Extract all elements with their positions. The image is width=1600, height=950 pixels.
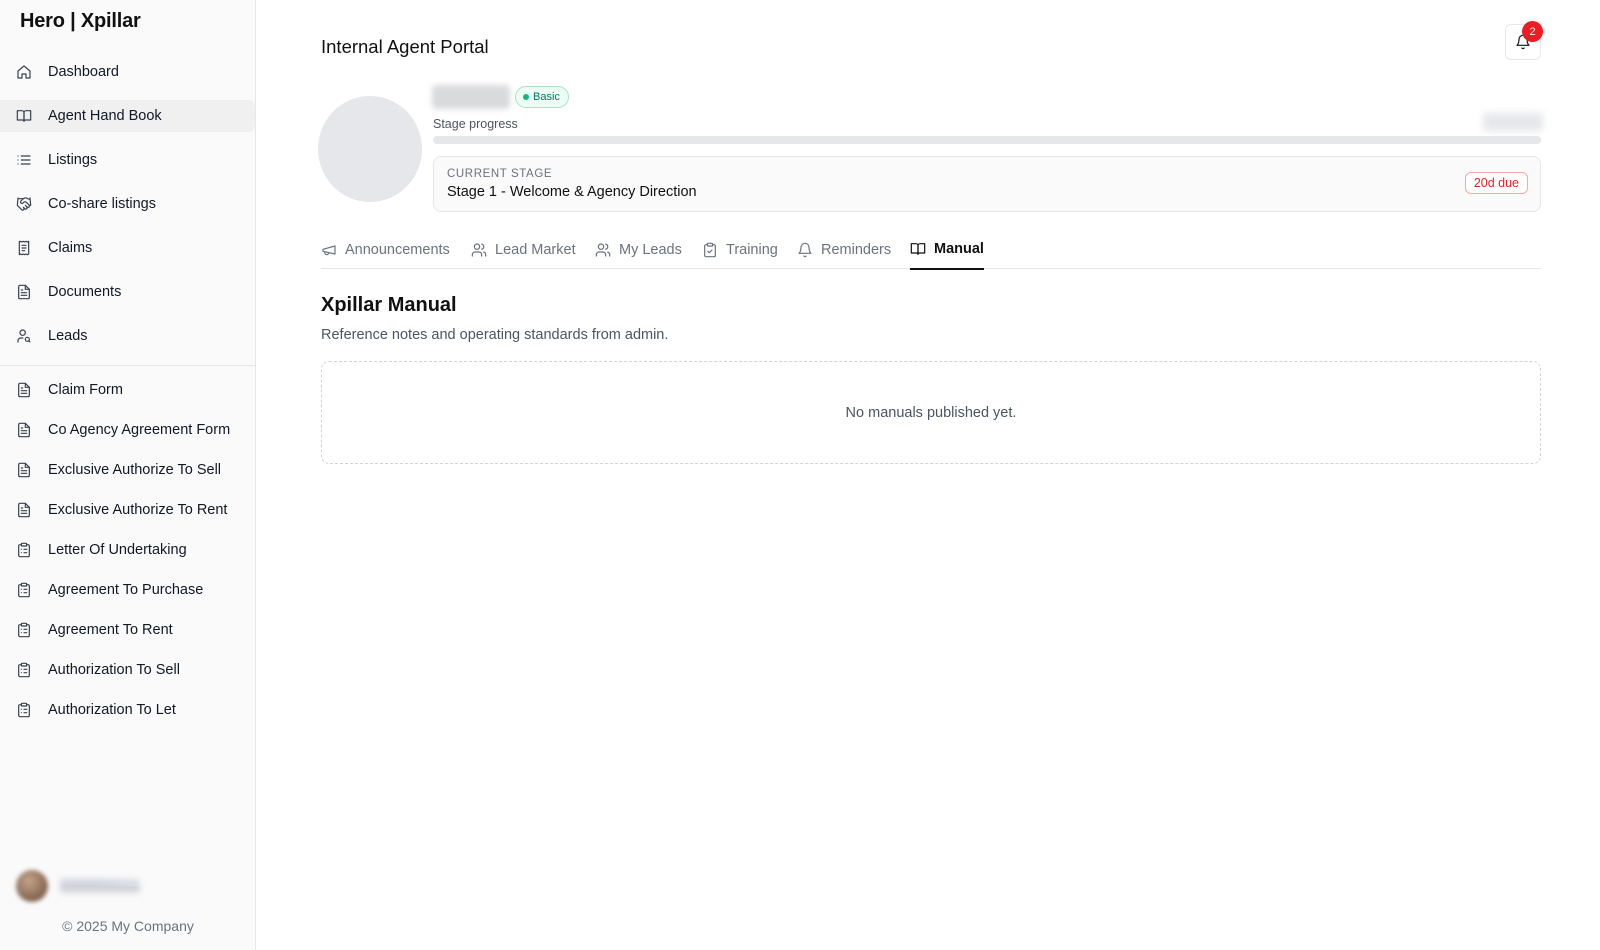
clipboard-check-icon — [702, 242, 718, 258]
sidebar-item-claim-form[interactable]: Claim Form — [0, 374, 255, 406]
tab-label: Reminders — [821, 241, 892, 258]
sidebar-item-label: Agent Hand Book — [48, 108, 162, 124]
tab-lead-market[interactable]: Lead Market — [471, 230, 576, 269]
sidebar-item-exclusive-authorize-to-sell[interactable]: Exclusive Authorize To Sell — [0, 454, 255, 486]
sidebar-item-label: Claims — [48, 240, 93, 256]
clipboard-list-icon — [16, 542, 32, 558]
tab-bar: Announcements Lead Market My Leads Train… — [321, 230, 1541, 270]
tier-badge: Basic — [515, 86, 569, 108]
clipboard-list-icon — [16, 582, 32, 598]
sidebar-item-label: Claim Form — [48, 382, 123, 398]
clipboard-list-icon — [16, 662, 32, 678]
profile-avatar — [318, 96, 422, 202]
sidebar-item-co-agency-agreement-form[interactable]: Co Agency Agreement Form — [0, 414, 255, 446]
sidebar-divider — [0, 365, 255, 366]
users-icon — [595, 242, 611, 258]
tab-label: My Leads — [619, 241, 682, 258]
sidebar-item-label: Exclusive Authorize To Sell — [48, 462, 222, 478]
stage-progress-label: Stage progress — [433, 117, 518, 131]
user-menu-fade — [16, 866, 216, 886]
progress-value-redacted — [1483, 113, 1543, 131]
megaphone-icon — [321, 242, 337, 258]
file-text-icon — [16, 462, 32, 478]
sidebar-item-co-share-listings[interactable]: Co-share listings — [0, 188, 255, 220]
bell-icon — [797, 242, 813, 258]
sidebar-item-letter-of-undertaking[interactable]: Letter Of Undertaking — [0, 534, 255, 566]
sidebar-item-authorization-to-let[interactable]: Authorization To Let — [0, 694, 255, 726]
sidebar-item-label: Letter Of Undertaking — [48, 542, 187, 558]
tab-label: Announcements — [345, 241, 450, 258]
tab-reminders[interactable]: Reminders — [797, 230, 891, 269]
sidebar: Hero | Xpillar Dashboard Agent Hand Book… — [0, 0, 256, 950]
file-text-icon — [16, 284, 32, 300]
tier-label: Basic — [533, 91, 560, 103]
list-icon — [16, 152, 32, 168]
home-icon — [16, 64, 32, 80]
profile-name-redacted — [432, 85, 510, 109]
sidebar-item-agreement-to-purchase[interactable]: Agreement To Purchase — [0, 574, 255, 606]
brand-logo[interactable]: Hero | Xpillar — [20, 10, 141, 33]
due-badge: 20d due — [1464, 172, 1528, 194]
tab-training[interactable]: Training — [702, 230, 778, 269]
sidebar-item-label: Listings — [48, 152, 98, 168]
sidebar-item-label: Authorization To Sell — [48, 662, 180, 678]
tab-manual[interactable]: Manual — [910, 230, 984, 270]
sidebar-item-label: Authorization To Let — [48, 702, 176, 718]
current-stage-name: Stage 1 - Welcome & Agency Direction — [447, 184, 697, 200]
sidebar-item-leads[interactable]: Leads — [0, 320, 255, 352]
clipboard-list-icon — [16, 622, 32, 638]
file-text-icon — [16, 502, 32, 518]
sidebar-item-agent-hand-book[interactable]: Agent Hand Book — [0, 100, 255, 132]
sidebar-item-label: Leads — [48, 328, 88, 344]
sidebar-item-label: Agreement To Rent — [48, 622, 173, 638]
sidebar-item-authorization-to-sell[interactable]: Authorization To Sell — [0, 654, 255, 686]
sidebar-item-label: Documents — [48, 284, 122, 300]
user-search-icon — [16, 328, 32, 344]
stage-progress-bar — [433, 136, 1541, 144]
section-title: Xpillar Manual — [321, 294, 457, 316]
sidebar-item-claims[interactable]: Claims — [0, 232, 255, 264]
file-text-icon — [16, 382, 32, 398]
file-text-icon — [16, 422, 32, 438]
empty-state: No manuals published yet. — [321, 361, 1541, 464]
sidebar-item-label: Exclusive Authorize To Rent — [48, 502, 228, 518]
empty-state-text: No manuals published yet. — [845, 404, 1017, 421]
users-icon — [471, 242, 487, 258]
tab-label: Manual — [934, 241, 984, 257]
current-stage-card: CURRENT STAGE Stage 1 - Welcome & Agency… — [433, 156, 1541, 212]
page-title: Internal Agent Portal — [321, 36, 489, 57]
tab-announcements[interactable]: Announcements — [321, 230, 450, 269]
sidebar-item-dashboard[interactable]: Dashboard — [0, 56, 255, 88]
sidebar-item-label: Agreement To Purchase — [48, 582, 204, 598]
tab-my-leads[interactable]: My Leads — [595, 230, 682, 269]
sidebar-item-agreement-to-rent[interactable]: Agreement To Rent — [0, 614, 255, 646]
current-stage-caption: CURRENT STAGE — [447, 168, 553, 180]
notification-count-badge: 2 — [1522, 21, 1543, 42]
handshake-icon — [16, 196, 32, 212]
receipt-icon — [16, 240, 32, 256]
clipboard-list-icon — [16, 702, 32, 718]
sidebar-item-label: Dashboard — [48, 64, 119, 80]
status-dot-icon — [523, 94, 529, 100]
tab-label: Training — [726, 241, 778, 258]
section-subtitle: Reference notes and operating standards … — [321, 327, 669, 343]
sidebar-item-listings[interactable]: Listings — [0, 144, 255, 176]
sidebar-item-label: Co-share listings — [48, 196, 156, 212]
book-open-icon — [910, 241, 926, 257]
sidebar-item-label: Co Agency Agreement Form — [48, 422, 231, 438]
tab-label: Lead Market — [495, 241, 576, 258]
sidebar-item-exclusive-authorize-to-rent[interactable]: Exclusive Authorize To Rent — [0, 494, 255, 526]
copyright: © 2025 My Company — [62, 918, 194, 934]
book-open-icon — [16, 108, 32, 124]
sidebar-item-documents[interactable]: Documents — [0, 276, 255, 308]
